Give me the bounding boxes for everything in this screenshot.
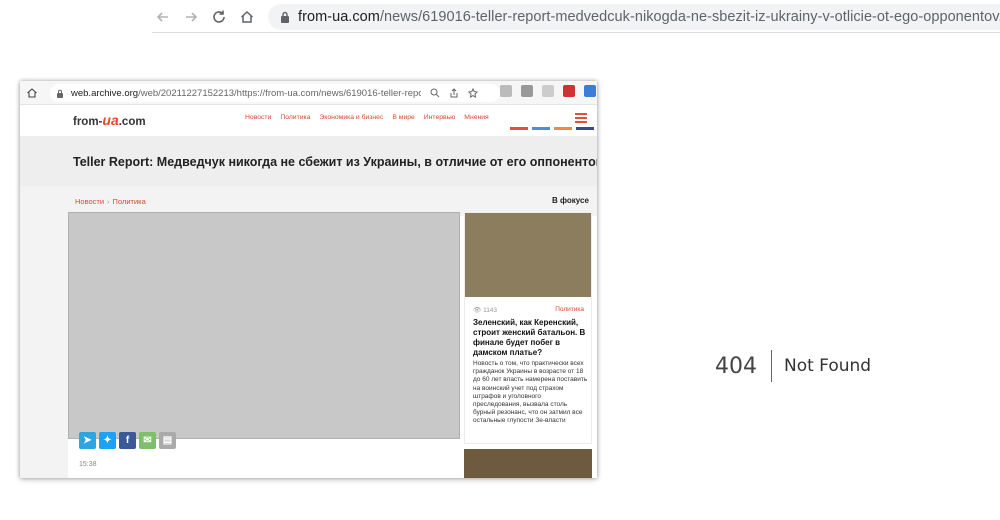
forward-icon[interactable] (180, 6, 202, 28)
article-photo (68, 212, 460, 439)
sidebar-card-2 (464, 449, 592, 478)
toolbar-divider (152, 32, 1000, 33)
nav-item-opinions: Мнения (464, 114, 489, 121)
extension-icons (500, 85, 596, 97)
print-icon: ▤ (159, 432, 176, 449)
article-headline: Teller Report: Медведчук никогда не сбеж… (73, 155, 597, 169)
nav-item-interview: Интервью (423, 114, 456, 121)
error-text: Not Found (784, 356, 872, 376)
nav-item-politics: Политика (280, 114, 311, 121)
share-icon (449, 85, 459, 98)
card-description: Новость о том, что практически всех граж… (473, 360, 588, 425)
nav-item-news: Новости (245, 114, 272, 121)
sidebar-thumb (465, 213, 591, 297)
twitter-icon: ✦ (99, 432, 116, 449)
embedded-url-text: web.archive.org/web/20211227152213/https… (71, 87, 421, 99)
home-icon[interactable] (236, 6, 258, 28)
card-category: Политика (555, 306, 584, 313)
menu-icon (575, 113, 587, 123)
breadcrumb-item-politics: Политика (112, 197, 146, 206)
view-count: 👁 1143 (473, 307, 498, 314)
share-buttons: ➤ ✦ f ✉ ▤ (79, 432, 176, 449)
in-focus-label: В фокусе (552, 196, 589, 205)
shield-icon (542, 85, 554, 97)
headline-band: Teller Report: Медведчук никогда не сбеж… (20, 136, 597, 186)
breadcrumb-item-news: Новости (75, 197, 105, 206)
extension-icon (584, 85, 596, 97)
page: from-ua.com/news/619016-teller-report-me… (0, 0, 1000, 520)
address-bar-icons (430, 85, 479, 98)
address-bar[interactable]: from-ua.com/news/619016-teller-report-me… (268, 4, 1000, 30)
category-strips (510, 127, 594, 130)
telegram-icon: ➤ (79, 432, 96, 449)
error-divider (771, 350, 772, 382)
pdf-icon (563, 85, 575, 97)
error-code: 404 (715, 353, 757, 379)
search-icon (430, 85, 440, 98)
article-time: 15:38 (79, 461, 97, 468)
nav-item-world: В мире (392, 114, 415, 121)
facebook-icon: f (119, 432, 136, 449)
site-logo: from-ua.com (73, 112, 146, 128)
embedded-browser-bar: web.archive.org/web/20211227152213/https… (20, 81, 597, 105)
nav-item-economy: Экономика и бизнес (319, 114, 384, 121)
site-nav: Новости Политика Экономика и бизнес В ми… (245, 114, 489, 121)
lock-icon (280, 10, 290, 24)
sidebar-card: 👁 1143 Политика Зеленский, как Керенский… (464, 212, 592, 444)
card-headline: Зеленский, как Керенский, строит женский… (473, 318, 586, 357)
email-icon: ✉ (139, 432, 156, 449)
radiation-icon (521, 85, 533, 97)
url-text: from-ua.com/news/619016-teller-report-me… (298, 9, 1000, 25)
not-found-message: 404 Not Found (715, 349, 871, 383)
breadcrumb-separator: › (107, 197, 110, 206)
reload-icon[interactable] (208, 6, 230, 28)
breadcrumb: Новости › Политика (75, 197, 146, 206)
star-icon (467, 85, 479, 98)
lock-icon (56, 88, 66, 98)
back-icon[interactable] (152, 6, 174, 28)
camera-icon (500, 85, 512, 97)
home-icon (26, 86, 40, 100)
browser-toolbar: from-ua.com/news/619016-teller-report-me… (0, 0, 1000, 34)
embedded-screenshot: web.archive.org/web/20211227152213/https… (20, 81, 597, 478)
left-gutter (20, 216, 68, 478)
